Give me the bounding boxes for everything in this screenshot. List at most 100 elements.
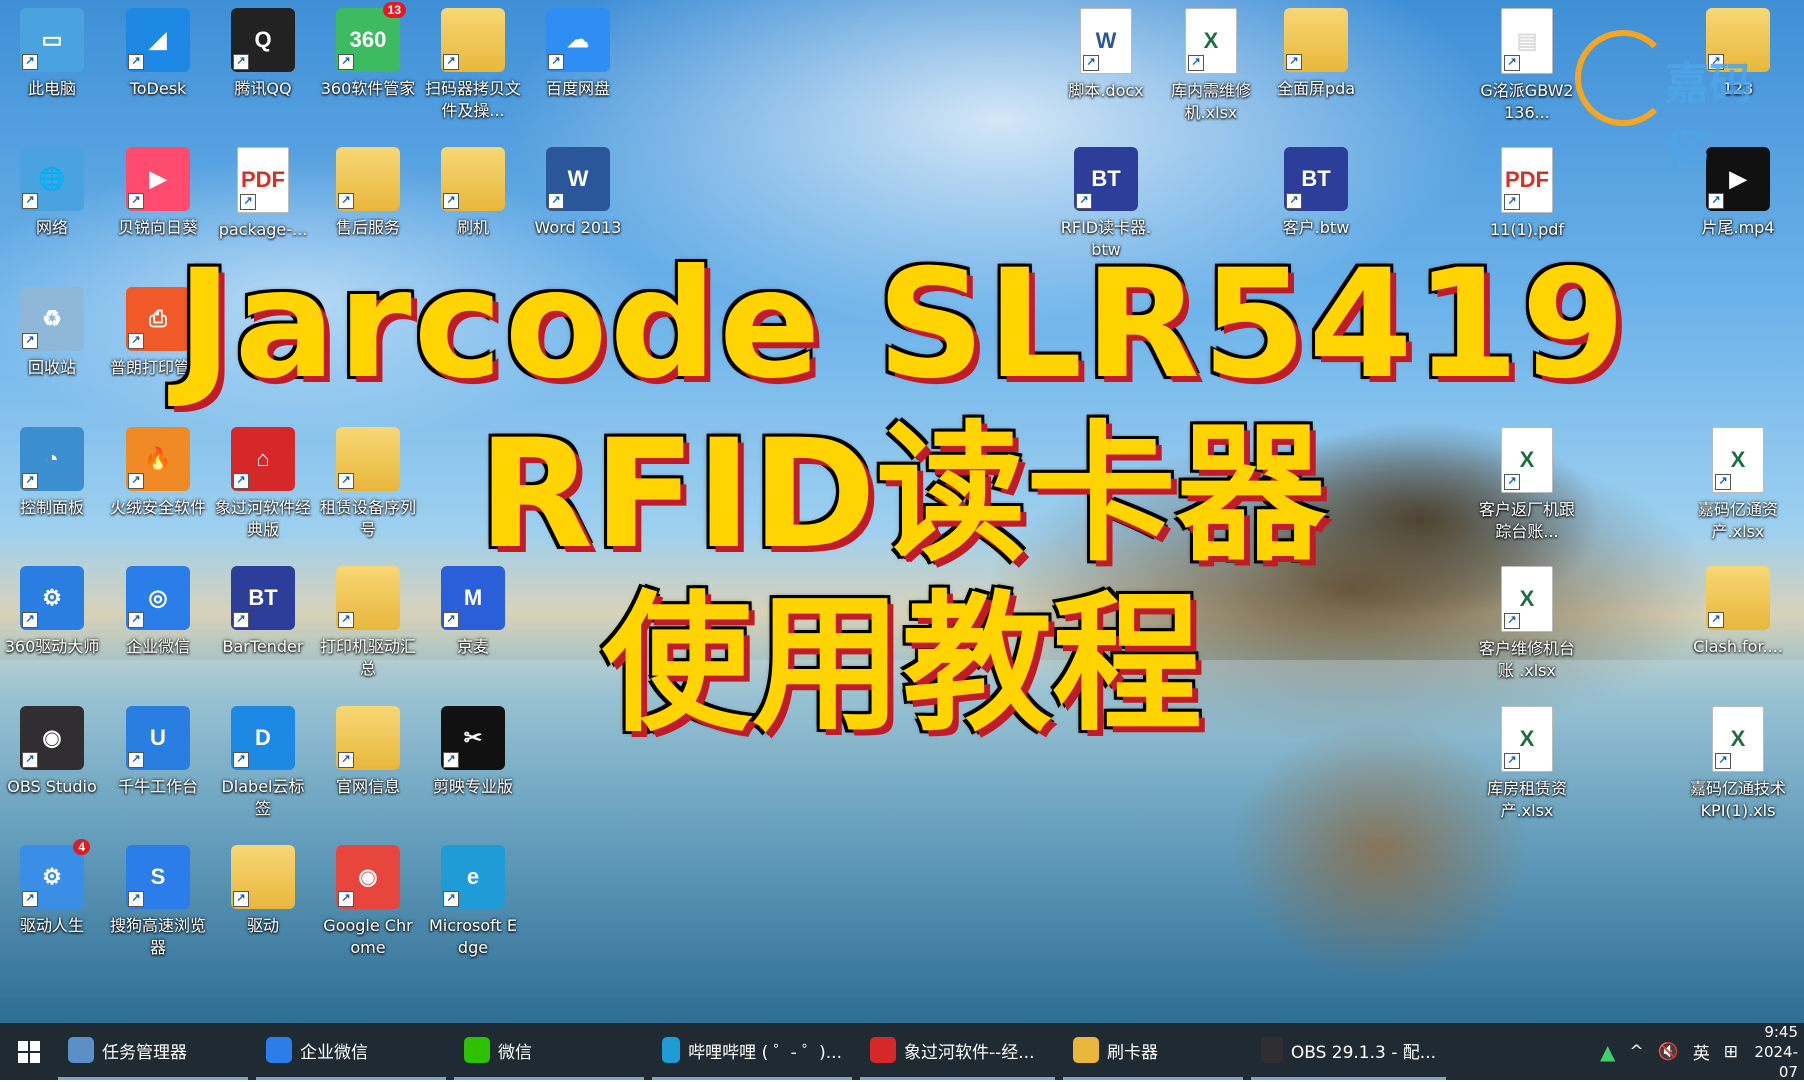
folder-icon <box>1073 1037 1099 1063</box>
watermark-logo: 嘉码亿 <box>1575 30 1795 174</box>
desktop-icon-label: 官网信息 <box>335 777 400 796</box>
desktop-icon-label: 象过河软件经典版 <box>215 498 312 539</box>
desktop-icon[interactable]: ↗ 打印机驱动汇总 <box>320 566 416 680</box>
ime-language-indicator[interactable]: 英 <box>1693 1039 1710 1064</box>
desktop-icon[interactable]: ♻ ↗ 回收站 <box>4 287 100 379</box>
desktop-icon-label: ToDesk <box>129 79 187 98</box>
desktop-icon[interactable]: ◉ ↗ Google Chrome <box>320 845 416 959</box>
taskbar-item[interactable]: 刷卡器 <box>1063 1023 1243 1080</box>
desktop-icon[interactable]: X ↗ 嘉码亿通资产.xlsx <box>1690 427 1786 543</box>
shortcut-arrow-icon: ↗ <box>1504 753 1520 769</box>
taskbar-item[interactable]: OBS 29.1.3 - 配... <box>1251 1023 1446 1080</box>
desktop-icon-label: 普朗打印管家 <box>110 358 207 377</box>
desktop-icon-label: RFID读卡器.btw <box>1060 218 1152 259</box>
desktop-icon[interactable]: ◔ ↗ 控制面板 <box>4 427 100 519</box>
desktop-icon[interactable]: ↗ 售后服务 <box>320 147 416 239</box>
360-software-icon: 360 ↗ 13 <box>336 2 406 72</box>
desktop-icon[interactable]: PDF ↗ package-... <box>215 147 311 241</box>
360-driver-icon: ⚙ ↗ <box>20 566 84 630</box>
desktop-icon[interactable]: S ↗ 搜狗高速浏览器 <box>110 845 206 959</box>
desktop-icon[interactable]: X ↗ 库房租赁资产.xlsx <box>1479 706 1575 822</box>
clock[interactable]: 9:45 2024-07 <box>1752 1022 1798 1082</box>
desktop-icon-label: 火绒安全软件 <box>110 498 207 517</box>
shortcut-arrow-icon: ↗ <box>22 473 38 489</box>
desktop-icon[interactable]: BT ↗ RFID读卡器.btw <box>1058 147 1154 261</box>
desktop-icon-label: Google Chrome <box>323 916 413 957</box>
taskbar-apps: 任务管理器 企业微信 微信 哔哩哔哩 ( ゜- ゜)... 象过河软件--经... 刷卡器… <box>58 1023 1454 1080</box>
shortcut-arrow-icon: ↗ <box>1286 54 1302 70</box>
taskbar-item[interactable]: 微信 <box>454 1023 644 1080</box>
folder-icon: ↗ <box>1284 8 1348 72</box>
desktop-icon[interactable]: W ↗ 脚本.docx <box>1058 8 1154 102</box>
xiangguohe-icon <box>870 1037 896 1063</box>
shortcut-arrow-icon: ↗ <box>1504 194 1520 210</box>
taskbar-item[interactable]: 企业微信 <box>256 1023 446 1080</box>
shortcut-arrow-icon: ↗ <box>22 54 38 70</box>
desktop-icon-label: 库内需维修机.xlsx <box>1170 81 1251 122</box>
desktop-icon-label: 腾讯QQ <box>234 79 292 98</box>
shortcut-arrow-icon: ↗ <box>22 752 38 768</box>
desktop-icon[interactable]: D ↗ Dlabel云标签 <box>215 706 311 820</box>
ime-mode-icon[interactable]: ⊞ <box>1724 1042 1738 1062</box>
excel-icon: X ↗ <box>1712 427 1764 493</box>
desktop-icon[interactable]: ☁ ↗ 百度网盘 <box>530 8 626 100</box>
desktop-icon-label: 搜狗高速浏览器 <box>110 916 207 957</box>
desktop-icon[interactable]: M ↗ 京麦 <box>425 566 521 658</box>
desktop-icon-label: 千牛工作台 <box>117 777 198 796</box>
desktop-icon[interactable]: ✂ ↗ 剪映专业版 <box>425 706 521 798</box>
task-manager-icon <box>68 1037 94 1063</box>
desktop-icon-label: BarTender <box>222 637 304 656</box>
desktop-icon[interactable]: X ↗ 库内需维修机.xlsx <box>1163 8 1259 124</box>
desktop-icon[interactable]: ⌂ ↗ 象过河软件经典版 <box>215 427 311 541</box>
desktop-icon-label: 客户返厂机跟踪台账... <box>1479 500 1576 541</box>
desktop-icon[interactable]: ↗ 扫码器拷贝文件及操... <box>425 8 521 122</box>
obs-icon: ◉ ↗ <box>20 706 84 770</box>
shortcut-arrow-icon: ↗ <box>338 612 354 628</box>
desktop-icon[interactable]: ↗ Clash.for.... <box>1690 566 1786 658</box>
print-manager-icon: ⎙ ↗ <box>126 287 190 351</box>
desktop-icon[interactable]: X ↗ 客户返厂机跟踪台账... <box>1479 427 1575 543</box>
taskbar-item[interactable]: 任务管理器 <box>58 1023 248 1080</box>
edge-icon <box>662 1037 681 1063</box>
desktop-icon[interactable]: 360 ↗ 13 360软件管家 <box>320 2 416 100</box>
desktop-icon[interactable]: ↗ 官网信息 <box>320 706 416 798</box>
desktop-icon[interactable]: BT ↗ 客户.btw <box>1268 147 1364 239</box>
desktop-icon[interactable]: e ↗ Microsoft Edge <box>425 845 521 959</box>
desktop-icon[interactable]: ⚙ ↗ 4 驱动人生 <box>4 839 100 937</box>
taskbar-item-label: 微信 <box>498 1042 532 1063</box>
desktop-icon[interactable]: ◎ ↗ 企业微信 <box>110 566 206 658</box>
desktop-icon[interactable]: BT ↗ BarTender <box>215 566 311 658</box>
desktop-icon[interactable]: ↗ 驱动 <box>215 845 311 937</box>
desktop-icon[interactable]: PDF ↗ 11(1).pdf <box>1479 147 1575 241</box>
desktop-icon[interactable]: 🔥 ↗ 火绒安全软件 <box>110 427 206 519</box>
desktop-icon[interactable]: X ↗ 客户维修机台账 .xlsx <box>1479 566 1575 682</box>
shortcut-arrow-icon: ↗ <box>128 333 144 349</box>
taskbar-item-label: 象过河软件--经... <box>904 1042 1035 1063</box>
desktop-icon[interactable]: ▶ ↗ 贝锐向日葵 <box>110 147 206 239</box>
desktop-icon[interactable]: ◉ ↗ OBS Studio <box>4 706 100 798</box>
shortcut-arrow-icon: ↗ <box>443 193 459 209</box>
wifi-icon[interactable]: ▲ <box>1600 1040 1615 1064</box>
desktop-icon-label: 剪映专业版 <box>432 777 513 796</box>
desktop-icon[interactable]: ▭ ↗ 此电脑 <box>4 8 100 100</box>
tray-overflow-chevron-icon[interactable]: ^ <box>1629 1042 1643 1062</box>
desktop-icon[interactable]: X ↗ 嘉码亿通技术KPI(1).xls <box>1690 706 1786 822</box>
shortcut-arrow-icon: ↗ <box>233 612 249 628</box>
desktop-icon[interactable]: Q ↗ 腾讯QQ <box>215 8 311 100</box>
desktop-icon[interactable]: ↗ 租赁设备序列号 <box>320 427 416 541</box>
desktop-icon[interactable]: W ↗ Word 2013 <box>530 147 626 239</box>
taskbar-item[interactable]: 哔哩哔哩 ( ゜- ゜)... <box>652 1023 852 1080</box>
start-button[interactable] <box>0 1023 58 1080</box>
desktop-icon[interactable]: ◢ ↗ ToDesk <box>110 8 206 100</box>
volume-muted-icon[interactable]: 🔇 <box>1658 1042 1679 1062</box>
taskbar-item[interactable]: 象过河软件--经... <box>860 1023 1055 1080</box>
desktop-icon[interactable]: U ↗ 千牛工作台 <box>110 706 206 798</box>
desktop-icon[interactable]: 🌐 ↗ 网络 <box>4 147 100 239</box>
taskbar-item-label: 企业微信 <box>300 1042 368 1063</box>
desktop-icon[interactable]: ⚙ ↗ 360驱动大师 <box>4 566 100 658</box>
desktop-icon[interactable]: ▤ ↗ G洺派GBW2136... <box>1479 8 1575 124</box>
desktop-icon[interactable]: ↗ 全面屏pda <box>1268 8 1364 100</box>
clock-date: 2024-07 <box>1754 1042 1798 1081</box>
desktop-icon[interactable]: ↗ 刷机 <box>425 147 521 239</box>
desktop-icon[interactable]: ⎙ ↗ 普朗打印管家 <box>110 287 206 379</box>
